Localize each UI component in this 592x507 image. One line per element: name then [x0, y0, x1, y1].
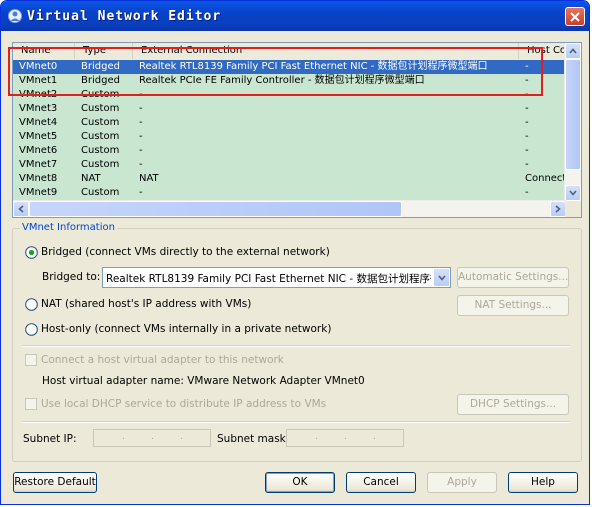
host-only-label[interactable]: Host-only (connect VMs internally in a p…: [41, 323, 331, 335]
table-row[interactable]: VMnet8 NAT NAT Connecte: [13, 172, 566, 186]
nat-settings-button[interactable]: NAT Settings...: [457, 295, 569, 316]
table-row[interactable]: VMnet3 Custom - -: [13, 102, 566, 116]
cell-external: -: [139, 117, 143, 128]
cell-type: Custom: [81, 145, 120, 156]
cell-name: VMnet9: [19, 187, 58, 198]
cell-name: VMnet7: [19, 159, 58, 170]
bridged-to-selected-value: Realtek RTL8139 Family PCI Fast Ethernet…: [106, 273, 431, 285]
automatic-settings-button[interactable]: Automatic Settings...: [457, 267, 569, 288]
cell-type: Custom: [81, 159, 120, 170]
subnet-mask-label: Subnet mask:: [217, 433, 290, 445]
cell-external: -: [139, 103, 143, 114]
cell-name: VMnet8: [19, 173, 58, 184]
cell-type: Custom: [81, 103, 120, 114]
table-row[interactable]: VMnet5 Custom - -: [13, 130, 566, 144]
chevron-down-icon: [569, 190, 577, 196]
cell-host: -: [525, 131, 529, 142]
scroll-corner: [565, 201, 581, 217]
cell-name: VMnet5: [19, 131, 58, 142]
chevron-down-icon: [437, 274, 446, 281]
scroll-down-button[interactable]: [565, 185, 581, 201]
horizontal-scroll-thumb[interactable]: [29, 201, 402, 217]
chevron-up-icon: [569, 48, 577, 54]
cell-name: VMnet3: [19, 103, 58, 114]
section-divider: [23, 345, 569, 347]
restore-default-button[interactable]: Restore Default: [13, 472, 97, 493]
subnet-ip-field[interactable]: ...: [93, 429, 211, 447]
cell-name: VMnet4: [19, 117, 58, 128]
cell-host: -: [525, 145, 529, 156]
cancel-button[interactable]: Cancel: [346, 472, 416, 493]
subnet-mask-field[interactable]: ...: [286, 429, 404, 447]
host-only-radio[interactable]: [25, 323, 38, 336]
bridged-label[interactable]: Bridged (connect VMs directly to the ext…: [41, 246, 330, 258]
chevron-left-icon: [18, 205, 24, 213]
cell-host: -: [525, 103, 529, 114]
table-row[interactable]: VMnet4 Custom - -: [13, 116, 566, 130]
section-divider: [23, 421, 569, 423]
ok-button[interactable]: OK: [265, 472, 335, 493]
cell-type: NAT: [81, 173, 101, 184]
apply-button[interactable]: Apply: [427, 472, 497, 493]
title-bar[interactable]: Virtual Network Editor: [1, 1, 589, 31]
chevron-right-icon: [555, 205, 561, 213]
cell-host: -: [525, 159, 529, 170]
scroll-up-button[interactable]: [565, 43, 581, 59]
connect-adapter-label[interactable]: Connect a host virtual adapter to this n…: [41, 354, 284, 366]
dhcp-checkbox[interactable]: [25, 398, 37, 410]
help-button[interactable]: Help: [508, 472, 578, 493]
subnet-ip-label: Subnet IP:: [23, 433, 77, 445]
dhcp-label[interactable]: Use local DHCP service to distribute IP …: [41, 398, 326, 410]
cell-name: VMnet6: [19, 145, 58, 156]
vertical-scroll-thumb[interactable]: [565, 59, 581, 170]
bridged-to-dropdown[interactable]: Realtek RTL8139 Family PCI Fast Ethernet…: [102, 267, 451, 288]
window-title: Virtual Network Editor: [27, 9, 222, 24]
bridged-radio[interactable]: [25, 246, 38, 259]
cell-type: Custom: [81, 117, 120, 128]
cell-external: -: [139, 187, 143, 198]
close-button[interactable]: [565, 7, 585, 26]
close-icon: [570, 11, 580, 22]
table-row[interactable]: VMnet7 Custom - -: [13, 158, 566, 172]
network-app-icon: [8, 9, 22, 23]
cell-host: -: [525, 117, 529, 128]
vertical-scrollbar[interactable]: [564, 43, 581, 201]
group-legend: VMnet Information: [20, 222, 117, 233]
adapter-name-label: Host virtual adapter name: VMware Networ…: [42, 375, 365, 387]
cell-external: NAT: [139, 173, 159, 184]
cell-external: -: [139, 145, 143, 156]
table-row[interactable]: VMnet6 Custom - -: [13, 144, 566, 158]
nat-label[interactable]: NAT (shared host's IP address with VMs): [41, 298, 251, 310]
connect-adapter-checkbox[interactable]: [25, 354, 37, 366]
horizontal-scrollbar[interactable]: [13, 200, 566, 217]
dropdown-button[interactable]: [433, 268, 450, 287]
bridged-to-label: Bridged to:: [42, 271, 101, 283]
cell-external: -: [139, 131, 143, 142]
highlight-annotation-box: [8, 47, 543, 96]
cell-type: Custom: [81, 187, 120, 198]
nat-radio[interactable]: [25, 298, 38, 311]
dhcp-settings-button[interactable]: DHCP Settings...: [457, 394, 569, 415]
scroll-left-button[interactable]: [13, 201, 29, 217]
cell-type: Custom: [81, 131, 120, 142]
cell-host: -: [525, 187, 529, 198]
virtual-network-editor-window: Virtual Network Editor Name Type Externa…: [0, 0, 590, 505]
cell-host: Connecte: [525, 173, 566, 184]
cell-external: -: [139, 159, 143, 170]
table-row[interactable]: VMnet9 Custom - -: [13, 186, 566, 200]
scroll-right-button[interactable]: [550, 201, 566, 217]
